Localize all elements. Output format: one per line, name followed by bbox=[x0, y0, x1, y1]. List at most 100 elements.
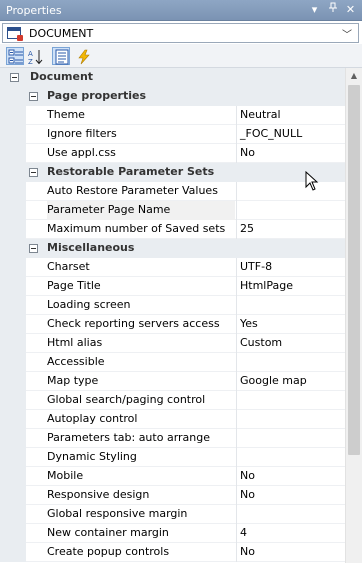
property-row-global-responsive-margin[interactable]: Global responsive margin bbox=[0, 505, 345, 524]
row-gutter bbox=[0, 372, 26, 391]
property-grid: Document Page properties Theme Neutral Ignor… bbox=[0, 68, 345, 563]
collapse-restorable-parameter-sets-icon[interactable] bbox=[29, 168, 38, 177]
property-value[interactable]: 4 bbox=[236, 524, 345, 543]
property-pages-button[interactable] bbox=[52, 47, 70, 65]
category-document[interactable]: Document bbox=[0, 68, 345, 87]
property-row-page-title[interactable]: Page Title HtmlPage bbox=[0, 277, 345, 296]
property-value[interactable] bbox=[236, 201, 345, 220]
property-value[interactable] bbox=[236, 410, 345, 429]
property-value[interactable] bbox=[236, 448, 345, 467]
property-name: Auto Restore Parameter Values bbox=[47, 184, 218, 197]
property-value[interactable]: No bbox=[236, 144, 345, 163]
property-name: Charset bbox=[47, 260, 90, 273]
row-gutter bbox=[0, 220, 26, 239]
property-row-parameter-page-name[interactable]: Parameter Page Name bbox=[0, 201, 345, 220]
property-name: Check reporting servers access bbox=[47, 317, 220, 330]
row-gutter bbox=[0, 429, 26, 448]
property-value[interactable]: Yes bbox=[236, 315, 345, 334]
property-value[interactable]: No bbox=[236, 486, 345, 505]
property-row-parameters-tab-auto-arrange[interactable]: Parameters tab: auto arrange bbox=[0, 429, 345, 448]
property-name: New container margin bbox=[47, 526, 169, 539]
property-value[interactable] bbox=[236, 505, 345, 524]
property-row-html-alias[interactable]: Html alias Custom bbox=[0, 334, 345, 353]
property-value[interactable]: No bbox=[236, 467, 345, 486]
row-gutter bbox=[0, 467, 26, 486]
property-name: Maximum number of Saved sets bbox=[47, 222, 226, 235]
property-row-dynamic-styling[interactable]: Dynamic Styling bbox=[0, 448, 345, 467]
category-label: Page properties bbox=[47, 89, 147, 102]
collapse-document-icon[interactable] bbox=[10, 73, 19, 82]
property-row-maximum-number-of-saved-sets[interactable]: Maximum number of Saved sets 25 bbox=[0, 220, 345, 239]
category-restorable-parameter-sets[interactable]: Restorable Parameter Sets bbox=[0, 163, 345, 182]
property-name: Loading screen bbox=[47, 298, 131, 311]
row-gutter bbox=[0, 334, 26, 353]
property-row-autoplay-control[interactable]: Autoplay control bbox=[0, 410, 345, 429]
property-name: Dynamic Styling bbox=[47, 450, 137, 463]
property-value[interactable] bbox=[236, 296, 345, 315]
category-page-properties[interactable]: Page properties bbox=[0, 87, 345, 106]
categorized-icon bbox=[8, 49, 23, 64]
scrollbar-thumb[interactable] bbox=[348, 85, 360, 455]
property-row-theme[interactable]: Theme Neutral bbox=[0, 106, 345, 125]
property-value[interactable] bbox=[236, 353, 345, 372]
properties-title-bar: Properties ▾ ✕ bbox=[0, 0, 362, 21]
property-row-auto-restore-parameter-values[interactable]: Auto Restore Parameter Values bbox=[0, 182, 345, 201]
property-value[interactable] bbox=[236, 391, 345, 410]
property-row-responsive-design[interactable]: Responsive design No bbox=[0, 486, 345, 505]
pin-icon[interactable] bbox=[325, 2, 340, 17]
properties-toolbar: A Z bbox=[0, 44, 362, 68]
category-label: Document bbox=[30, 70, 94, 83]
property-row-loading-screen[interactable]: Loading screen bbox=[0, 296, 345, 315]
chevron-down-icon[interactable]: ﹀ bbox=[342, 26, 352, 41]
dropdown-menu-icon[interactable]: ▾ bbox=[307, 2, 322, 17]
property-row-new-container-margin[interactable]: New container margin 4 bbox=[0, 524, 345, 543]
vertical-scrollbar[interactable]: ▲ bbox=[345, 68, 362, 563]
row-gutter bbox=[0, 391, 26, 410]
property-name: Html alias bbox=[47, 336, 103, 349]
row-gutter bbox=[0, 410, 26, 429]
property-row-charset[interactable]: Charset UTF-8 bbox=[0, 258, 345, 277]
property-value[interactable]: Google map bbox=[236, 372, 345, 391]
property-value[interactable] bbox=[236, 182, 345, 201]
property-row-map-type[interactable]: Map type Google map bbox=[0, 372, 345, 391]
property-value[interactable]: UTF-8 bbox=[236, 258, 345, 277]
property-name: Responsive design bbox=[47, 488, 150, 501]
category-label: Restorable Parameter Sets bbox=[47, 165, 215, 178]
property-name: Page Title bbox=[47, 279, 101, 292]
property-name: Use appl.css bbox=[47, 146, 116, 159]
property-row-accessible[interactable]: Accessible bbox=[0, 353, 345, 372]
alphabetical-button[interactable]: A Z bbox=[26, 47, 44, 65]
close-icon[interactable]: ✕ bbox=[343, 2, 358, 17]
row-gutter bbox=[0, 486, 26, 505]
property-value[interactable] bbox=[236, 429, 345, 448]
collapse-miscellaneous-icon[interactable] bbox=[29, 244, 38, 253]
categorized-button[interactable] bbox=[6, 47, 24, 65]
category-miscellaneous[interactable]: Miscellaneous bbox=[0, 239, 345, 258]
property-row-mobile[interactable]: Mobile No bbox=[0, 467, 345, 486]
property-value[interactable]: _FOC_NULL bbox=[236, 125, 345, 144]
sort-alphabetical-icon: A Z bbox=[28, 50, 43, 65]
window-title: Properties bbox=[6, 4, 62, 17]
property-name: Accessible bbox=[47, 355, 105, 368]
property-name: Global responsive margin bbox=[47, 507, 188, 520]
row-gutter bbox=[0, 505, 26, 524]
property-row-use-appl-css[interactable]: Use appl.css No bbox=[0, 144, 345, 163]
collapse-page-properties-icon[interactable] bbox=[29, 92, 38, 101]
row-gutter bbox=[0, 296, 26, 315]
property-value[interactable]: 25 bbox=[236, 220, 345, 239]
title-bar-buttons: ▾ ✕ bbox=[307, 2, 358, 17]
property-value[interactable]: HtmlPage bbox=[236, 277, 345, 296]
property-row-create-popup-controls[interactable]: Create popup controls No bbox=[0, 543, 345, 562]
property-value[interactable]: Custom bbox=[236, 334, 345, 353]
property-value[interactable]: Neutral bbox=[236, 106, 345, 125]
svg-text:Z: Z bbox=[28, 58, 33, 65]
object-selector[interactable]: DOCUMENT ﹀ bbox=[2, 23, 359, 43]
row-gutter bbox=[0, 201, 26, 220]
property-row-ignore-filters[interactable]: Ignore filters _FOC_NULL bbox=[0, 125, 345, 144]
property-name: Ignore filters bbox=[47, 127, 117, 140]
scroll-up-arrow-icon[interactable]: ▲ bbox=[346, 68, 362, 84]
property-row-global-search-paging-control[interactable]: Global search/paging control bbox=[0, 391, 345, 410]
property-row-check-reporting-servers-access[interactable]: Check reporting servers access Yes bbox=[0, 315, 345, 334]
events-button[interactable] bbox=[74, 47, 92, 65]
property-value[interactable]: No bbox=[236, 543, 345, 562]
